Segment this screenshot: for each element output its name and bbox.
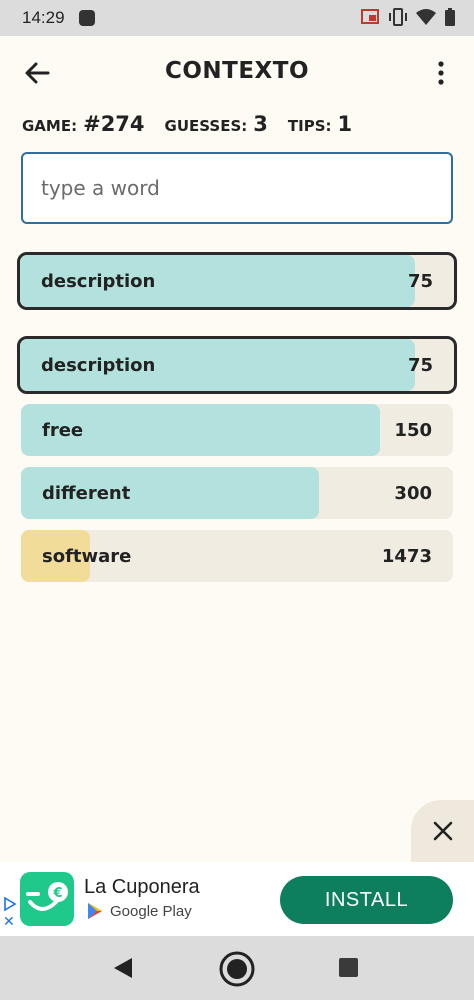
adchoices-icon[interactable]	[2, 896, 18, 912]
tips-count: 1	[337, 112, 353, 136]
guesses-count: 3	[253, 112, 268, 136]
guess-row: free 150	[21, 404, 453, 456]
close-icon	[433, 821, 452, 841]
ad-banner[interactable]: ✕ € La Cuponera Google Play INSTALL	[0, 862, 474, 936]
app-header: CONTEXTO	[0, 44, 474, 100]
guess-row: different 300	[21, 467, 453, 519]
google-play-icon	[88, 903, 102, 919]
battery-icon	[445, 8, 455, 26]
wifi-icon	[416, 9, 436, 25]
guess-distance: 75	[407, 354, 433, 376]
page-title: CONTEXTO	[164, 58, 310, 84]
ad-store-label: Google Play	[110, 902, 192, 920]
guess-row: description 75	[17, 336, 457, 394]
svg-text:€: €	[52, 886, 62, 901]
guess-word: software	[42, 545, 132, 567]
vibrate-icon	[389, 8, 407, 26]
status-time: 14:29	[22, 8, 65, 27]
ad-app-name[interactable]: La Cuponera	[84, 876, 200, 899]
ad-dismiss-icon[interactable]: ✕	[3, 914, 15, 930]
tips-label: TIPS:	[287, 117, 332, 135]
guess-word: different	[42, 482, 131, 504]
word-input[interactable]	[21, 152, 453, 224]
install-button[interactable]: INSTALL	[280, 876, 453, 924]
nav-back-icon[interactable]	[112, 956, 134, 980]
game-stats: GAME: #274 GUESSES: 3 TIPS: 1	[22, 112, 366, 142]
cast-icon	[361, 9, 379, 24]
system-nav-bar	[0, 936, 474, 1000]
app-logo-icon[interactable]: €	[20, 872, 74, 926]
close-ad-button[interactable]	[411, 800, 474, 862]
guess-word: description	[41, 354, 156, 376]
status-icons	[360, 8, 456, 26]
game-label: GAME:	[22, 117, 78, 135]
guess-distance: 150	[394, 419, 432, 441]
nav-home-icon[interactable]	[218, 950, 256, 988]
more-options-icon[interactable]	[426, 58, 456, 88]
last-guess-row: description 75	[17, 252, 457, 310]
guesses-label: GUESSES:	[164, 117, 248, 135]
last-guess-distance: 75	[407, 270, 433, 292]
game-number: #274	[83, 112, 145, 136]
ad-store-badge: Google Play	[86, 902, 192, 920]
guess-distance: 1473	[381, 545, 432, 567]
guess-word: free	[42, 419, 84, 441]
notification-icon	[78, 10, 95, 26]
status-bar: 14:29	[0, 0, 474, 36]
guess-distance: 300	[394, 482, 432, 504]
last-guess-word: description	[41, 270, 156, 292]
guess-row: software 1473	[21, 530, 453, 582]
nav-recents-icon[interactable]	[339, 958, 358, 977]
